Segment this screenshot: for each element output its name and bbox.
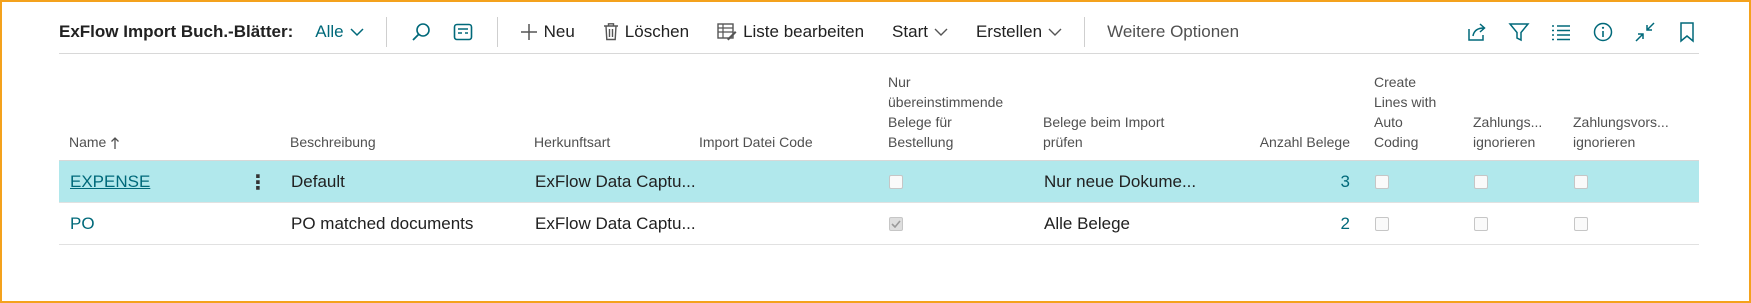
row-check-docs[interactable]: Alle Belege <box>1044 203 1130 245</box>
row-name-link[interactable]: EXPENSE <box>70 161 150 203</box>
row-doc-count-link[interactable]: 2 <box>1341 203 1350 245</box>
start-menu-label: Start <box>892 21 928 41</box>
column-header-description[interactable]: Beschreibung <box>290 132 376 152</box>
create-menu-label: Erstellen <box>975 21 1043 41</box>
row-check-docs[interactable]: Nur neue Dokume... <box>1044 161 1196 203</box>
view-filter-dropdown[interactable]: Alle <box>315 21 364 42</box>
header-line: prüfen <box>1043 134 1083 150</box>
checkbox-checked <box>889 217 903 231</box>
checkbox-unchecked <box>1474 175 1488 189</box>
column-header-name-label: Name <box>69 134 107 150</box>
row-auto-coding-checkbox[interactable] <box>1375 203 1389 245</box>
new-button-label: Neu <box>543 21 575 41</box>
sort-ascending-icon <box>110 136 120 150</box>
header-line: Belege für <box>888 114 952 130</box>
table-row[interactable]: EXPENSE ⋮ Default ExFlow Data Captu... N… <box>59 161 1699 203</box>
column-header-only-matching[interactable]: Nur übereinstimmende Belege für Bestellu… <box>888 72 1003 152</box>
delete-button-label: Löschen <box>624 21 690 41</box>
column-header-payment-proposal-ignore[interactable]: Zahlungsvors... ignorieren <box>1573 112 1669 152</box>
checkbox-unchecked <box>1574 217 1588 231</box>
toolbar-divider <box>1084 16 1086 47</box>
row-only-matching-checkbox[interactable] <box>889 161 903 203</box>
column-header-source-type[interactable]: Herkunftsart <box>534 132 610 152</box>
edit-list-button-label: Liste bearbeiten <box>743 21 865 41</box>
header-line: Nur <box>888 74 911 90</box>
column-header-payment-ignore[interactable]: Zahlungs... ignorieren <box>1473 112 1542 152</box>
header-line: Zahlungsvors... <box>1573 114 1669 130</box>
column-header-check-docs[interactable]: Belege beim Import prüfen <box>1043 112 1164 152</box>
filter-icon[interactable] <box>1507 20 1531 44</box>
create-menu-button[interactable]: Erstellen <box>976 22 1062 42</box>
bookmark-icon[interactable] <box>1675 20 1699 44</box>
row-description[interactable]: PO matched documents <box>291 203 473 245</box>
search-icon[interactable] <box>409 20 433 44</box>
chevron-down-icon <box>350 27 364 37</box>
delete-button[interactable]: Löschen <box>603 22 689 42</box>
column-header-name[interactable]: Name <box>69 132 120 152</box>
collapse-icon[interactable] <box>1633 20 1657 44</box>
toolbar-divider <box>496 16 498 47</box>
info-icon[interactable] <box>1591 20 1615 44</box>
filter-pane-icon[interactable] <box>451 20 475 44</box>
header-line: Lines with <box>1374 94 1437 110</box>
new-button[interactable]: Neu <box>520 22 575 42</box>
row-payment-ignore-checkbox[interactable] <box>1474 203 1488 245</box>
row-only-matching-checkbox[interactable] <box>889 203 903 245</box>
share-icon[interactable] <box>1465 20 1489 44</box>
row-payment-proposal-checkbox[interactable] <box>1574 161 1588 203</box>
column-header-import-file-code[interactable]: Import Datei Code <box>699 132 813 152</box>
header-line: ignorieren <box>1473 134 1536 150</box>
checkbox-unchecked <box>1375 175 1389 189</box>
row-actions-menu-icon[interactable]: ⋮ <box>248 161 268 203</box>
start-menu-button[interactable]: Start <box>892 22 948 42</box>
header-line: Auto <box>1374 114 1403 130</box>
plus-icon <box>520 23 538 41</box>
header-line: Create <box>1374 74 1417 90</box>
table-header: Name Beschreibung Herkunftsart Import Da… <box>59 54 1699 160</box>
action-bar: ExFlow Import Buch.-Blätter: Alle Neu Lö… <box>59 10 1699 54</box>
chevron-down-icon <box>934 27 948 37</box>
edit-list-button[interactable]: Liste bearbeiten <box>717 22 864 42</box>
more-options-button[interactable]: Weitere Optionen <box>1107 22 1239 42</box>
header-line: Zahlungs... <box>1473 114 1543 130</box>
row-payment-ignore-checkbox[interactable] <box>1474 161 1488 203</box>
view-filter-label: Alle <box>315 21 344 41</box>
window-frame: ExFlow Import Buch.-Blätter: Alle Neu Lö… <box>0 0 1751 303</box>
header-line: Bestellung <box>888 134 954 150</box>
edit-grid-icon <box>717 22 737 41</box>
header-line: Belege beim Import <box>1043 114 1165 130</box>
column-header-doc-count[interactable]: Anzahl Belege <box>1260 132 1350 152</box>
list-view-icon[interactable] <box>1549 20 1573 44</box>
checkbox-unchecked <box>1474 217 1488 231</box>
row-description[interactable]: Default <box>291 161 345 203</box>
chevron-down-icon <box>1048 27 1062 37</box>
column-header-auto-coding[interactable]: Create Lines with Auto Coding <box>1374 72 1436 152</box>
row-auto-coding-checkbox[interactable] <box>1375 161 1389 203</box>
header-line: übereinstimmende <box>888 94 1004 110</box>
checkbox-unchecked <box>1375 217 1389 231</box>
page-actions <box>1465 20 1699 44</box>
checkbox-unchecked <box>1574 175 1588 189</box>
header-line: ignorieren <box>1573 134 1636 150</box>
toolbar-divider <box>385 16 387 47</box>
row-source-type[interactable]: ExFlow Data Captu... <box>535 203 696 245</box>
trash-icon <box>603 22 619 41</box>
row-name-link[interactable]: PO <box>70 203 95 245</box>
page-title: ExFlow Import Buch.-Blätter: <box>59 21 294 41</box>
row-doc-count-link[interactable]: 3 <box>1341 161 1350 203</box>
header-line: Coding <box>1374 134 1419 150</box>
table-row[interactable]: PO PO matched documents ExFlow Data Capt… <box>59 203 1699 245</box>
row-source-type[interactable]: ExFlow Data Captu... <box>535 161 696 203</box>
list-page: ExFlow Import Buch.-Blätter: Alle Neu Lö… <box>59 2 1699 302</box>
row-payment-proposal-checkbox[interactable] <box>1574 203 1588 245</box>
checkbox-unchecked <box>889 175 903 189</box>
